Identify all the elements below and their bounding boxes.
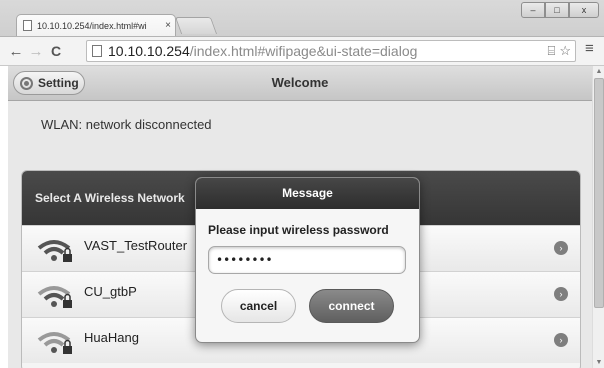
page-icon <box>23 20 32 31</box>
forward-arrow-icon[interactable]: → <box>26 43 46 60</box>
new-tab-button[interactable] <box>174 17 218 34</box>
tab-title: 10.10.10.254/index.html#wi <box>37 20 147 31</box>
chevron-right-icon: › <box>554 241 568 255</box>
minimize-button[interactable]: – <box>521 2 545 18</box>
bookmark-star-icon[interactable]: ☆ <box>559 43 571 59</box>
dialog-prompt: Please input wireless password <box>208 223 389 237</box>
app-header: Setting <box>8 66 592 101</box>
network-name: HuaHang <box>84 330 139 345</box>
network-name: VAST_TestRouter <box>84 238 188 253</box>
address-bar-actions: ⌸ ☆ <box>548 43 571 59</box>
close-window-button[interactable]: x <box>569 2 599 18</box>
translate-icon[interactable]: ⌸ <box>548 43 556 59</box>
menu-icon[interactable]: ≡ <box>585 40 594 57</box>
wifi-locked-icon <box>37 332 72 354</box>
page-icon <box>92 45 102 57</box>
wifi-locked-icon <box>37 286 72 308</box>
cancel-button[interactable]: cancel <box>221 289 296 323</box>
scroll-up-icon[interactable]: ▲ <box>595 68 603 75</box>
password-input[interactable] <box>208 246 406 274</box>
chevron-right-icon: › <box>554 333 568 347</box>
wlan-status: WLAN: network disconnected <box>41 117 212 132</box>
gear-icon <box>20 76 33 90</box>
tab-close-icon[interactable]: × <box>161 20 175 31</box>
title-bar: 10.10.10.254/index.html#wi × – □ x <box>0 0 604 37</box>
reload-icon[interactable]: C <box>46 43 66 59</box>
browser-window: 10.10.10.254/index.html#wi × – □ x ← → C… <box>0 0 604 368</box>
vertical-scrollbar[interactable]: ▲ ▼ <box>592 66 604 368</box>
network-name: CU_gtbP <box>84 284 137 299</box>
chevron-right-icon: › <box>554 287 568 301</box>
scroll-down-icon[interactable]: ▼ <box>595 359 603 366</box>
browser-toolbar: ← → C 10.10.10.254/index.html#wifipage&u… <box>0 37 604 66</box>
wifi-locked-icon <box>37 240 72 262</box>
dialog-title: Message <box>196 178 419 209</box>
maximize-button[interactable]: □ <box>545 2 569 18</box>
browser-tab[interactable]: 10.10.10.254/index.html#wi × <box>16 14 176 36</box>
url-host: 10.10.10.254 <box>108 43 190 59</box>
scrollbar-thumb[interactable] <box>594 78 604 308</box>
setting-button[interactable]: Setting <box>13 71 85 95</box>
setting-button-label: Setting <box>38 76 79 90</box>
connect-button[interactable]: connect <box>309 289 394 323</box>
url-path: /index.html#wifipage&ui-state=dialog <box>189 43 418 59</box>
back-arrow-icon[interactable]: ← <box>6 43 26 60</box>
password-dialog: Message Please input wireless password c… <box>195 177 420 343</box>
address-bar[interactable]: 10.10.10.254/index.html#wifipage&ui-stat… <box>86 40 576 62</box>
